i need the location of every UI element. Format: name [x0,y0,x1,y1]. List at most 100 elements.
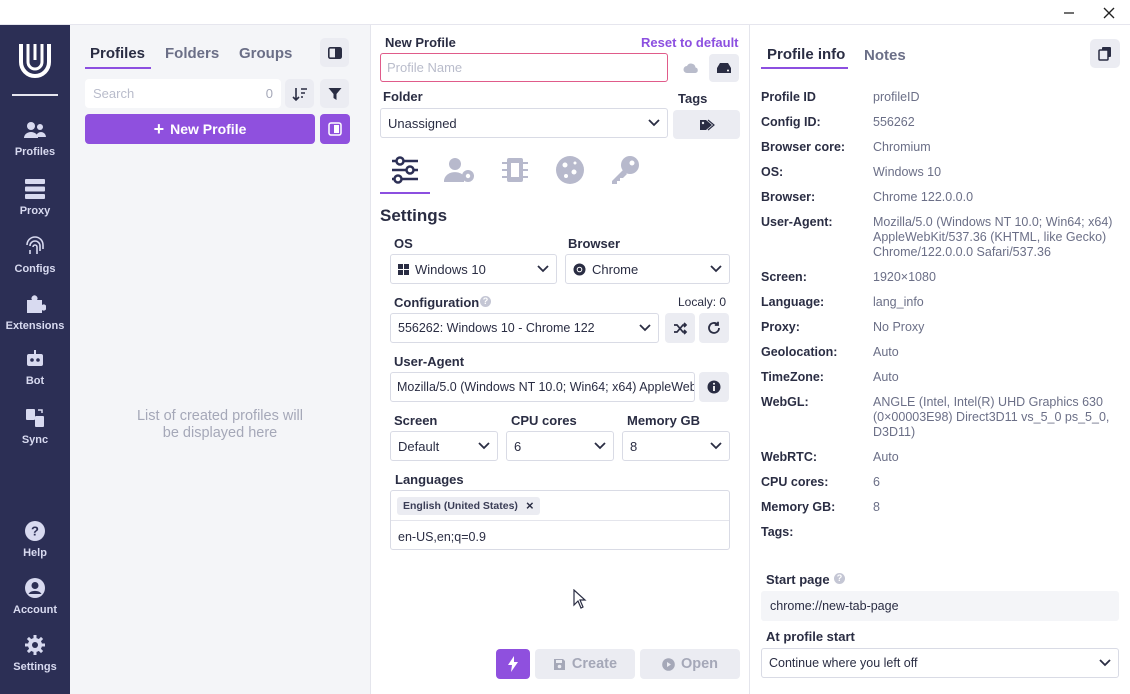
info-key: OS: [761,165,784,179]
settings-tab-indicator [380,192,430,194]
nav-item-account[interactable]: Account [0,576,70,628]
tab-passwords[interactable] [603,150,647,190]
tab-hardware[interactable] [493,150,537,190]
sidebar-toggle-icon [327,46,342,59]
tab-notes[interactable]: Notes [864,47,906,64]
cookie-icon [556,156,584,184]
cloud-storage-button[interactable] [676,54,706,82]
browser-select[interactable]: Chrome [565,254,730,284]
info-value: Mozilla/5.0 (Windows NT 10.0; Win64; x64… [873,215,1113,259]
nav-rail: Profiles Proxy Configs Extensions Bot Sy… [0,25,70,694]
info-key: Memory GB: [761,500,836,514]
nav-item-sync[interactable]: Sync [0,406,70,458]
refresh-config-button[interactable] [699,313,729,343]
info-key: WebRTC: [761,450,818,464]
toggle-panel-button[interactable] [320,38,349,67]
quick-action-button[interactable] [496,649,530,679]
close-window-button[interactable] [1089,0,1129,25]
new-profile-label: New Profile [170,121,247,137]
help-circle-icon[interactable]: ? [834,573,845,584]
nav-item-extensions[interactable]: Extensions [0,292,70,344]
mouse-cursor-icon [573,588,587,614]
chevron-down-icon [648,119,660,127]
tab-folders[interactable]: Folders [165,45,219,62]
question-icon: ? [23,519,47,543]
languages-field[interactable]: English (United States) × en-US,en;q=0.9 [390,490,730,550]
info-value: Chromium [873,140,931,154]
localy-count: Localy: 0 [678,295,727,309]
open-label: Open [680,656,719,672]
user-agent-info-button[interactable] [699,372,729,402]
create-button[interactable]: Create [535,649,635,679]
nav-item-proxy[interactable]: Proxy [0,177,70,229]
start-page-input[interactable]: chrome://new-tab-page [761,591,1119,621]
user-agent-value: Mozilla/5.0 (Windows NT 10.0; Win64; x64… [397,380,694,394]
copy-info-button[interactable] [1090,39,1120,68]
sort-button[interactable] [285,79,314,108]
nav-item-bot[interactable]: Bot [0,347,70,399]
nav-item-help[interactable]: ? Help [0,519,70,571]
local-storage-button[interactable] [709,54,739,82]
tab-identity[interactable] [438,150,482,190]
close-icon [1103,7,1115,18]
user-agent-label: User-Agent [394,354,465,369]
nav-label: Help [23,547,47,559]
memory-select[interactable]: 8 [622,431,730,461]
quick-profile-button[interactable] [320,114,350,144]
info-value: Auto [873,450,899,464]
sync-icon [23,406,47,430]
tags-button[interactable] [673,110,740,139]
lightning-icon [508,656,518,672]
tab-cookies[interactable] [548,150,592,190]
user-circle-icon [23,576,47,600]
profile-name-input[interactable]: Profile Name [380,53,668,82]
refresh-icon [708,321,720,334]
nav-item-settings[interactable]: Settings [0,633,70,685]
open-button[interactable]: Open [640,649,740,679]
at-profile-start-label: At profile start [766,629,855,644]
random-config-button[interactable] [665,313,695,343]
memory-label: Memory GB [627,413,700,428]
chevron-down-icon [710,265,722,273]
nav-label: Settings [13,661,57,673]
tab-general-settings[interactable] [383,150,427,190]
gear-icon [23,633,47,657]
tab-profile-info[interactable]: Profile info [767,46,845,63]
minimize-button[interactable] [1049,0,1089,25]
puzzle-icon [23,292,47,316]
tab-groups[interactable]: Groups [239,45,292,62]
copy-icon [1098,47,1111,61]
os-select[interactable]: Windows 10 [390,254,557,284]
configuration-select[interactable]: 556262: Windows 10 - Chrome 122 [390,313,659,343]
folder-label: Folder [383,89,423,104]
chip-icon [502,158,528,182]
screen-select[interactable]: Default [390,431,498,461]
configuration-label: Configuration [394,295,480,310]
remove-chip-icon[interactable]: × [526,499,534,512]
create-label: Create [571,656,618,672]
folder-select[interactable]: Unassigned [380,108,668,138]
configuration-value: 556262: Windows 10 - Chrome 122 [398,321,595,335]
fingerprint-icon [23,235,47,259]
info-key: Config ID: [761,115,821,129]
info-key: CPU cores: [761,475,829,489]
at-profile-start-select[interactable]: Continue where you left off [761,648,1119,678]
cpu-label: CPU cores [511,413,577,428]
cloud-icon [683,63,698,73]
user-agent-input[interactable]: Mozilla/5.0 (Windows NT 10.0; Win64; x64… [390,372,695,402]
filter-button[interactable] [320,79,349,108]
chevron-down-icon [594,442,606,450]
info-key: Tags: [761,525,794,539]
cpu-select[interactable]: 6 [506,431,614,461]
info-key: Geolocation: [761,345,838,359]
tab-profiles[interactable]: Profiles [90,45,145,62]
help-circle-icon[interactable]: ? [480,296,491,307]
languages-label: Languages [395,472,464,487]
nav-item-profiles[interactable]: Profiles [0,118,70,170]
new-profile-button[interactable]: + New Profile [85,114,315,144]
search-input[interactable]: Search 0 [85,79,281,108]
reset-button[interactable]: Reset to default [641,35,739,50]
language-chip: English (United States) × [397,497,540,515]
user-gear-icon [444,158,474,182]
nav-item-configs[interactable]: Configs [0,235,70,287]
